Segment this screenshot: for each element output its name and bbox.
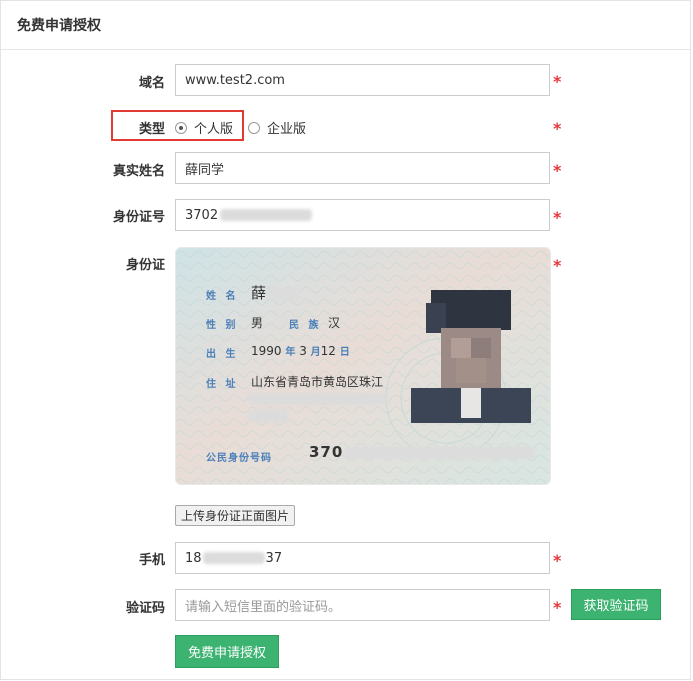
panel-title: 免费申请授权 [1,1,690,50]
redacted-blur [248,393,388,405]
redacted-blur [220,209,313,221]
required-mark: * [553,161,562,180]
required-mark: * [553,119,562,138]
card-birth-value: 1990 年 3 月12 日 [251,344,350,358]
code-label: 验证码 [125,601,165,616]
card-sex-label: 性 别 [206,320,239,331]
card-sex-value: 男 [251,316,264,330]
required-mark: * [553,72,562,91]
domain-label: 域名 [138,76,165,91]
radio-personal[interactable]: 个人版 [175,118,233,137]
domain-input[interactable]: www.test2.com [175,64,550,96]
redacted-blur [248,410,288,422]
radio-unchecked-icon[interactable] [248,121,260,134]
radio-checked-icon[interactable] [175,121,187,134]
radio-enterprise-label: 企业版 [267,122,307,137]
card-ethnic-value: 汉 [328,316,341,330]
upload-idcard-button[interactable]: 上传身份证正面图片 [175,505,296,526]
get-code-button[interactable]: 获取验证码 [571,589,661,620]
card-name-value: 薛 [251,282,301,303]
code-input[interactable]: 请输入短信里面的验证码。 [175,589,550,621]
realname-label: 真实姓名 [112,164,165,179]
card-birth-label: 出 生 [206,349,239,360]
phone-prefix: 18 [185,550,202,566]
required-mark: * [553,598,562,617]
card-idno-label: 公民身份号码 [206,453,272,464]
redacted-blur [202,552,265,564]
phone-suffix: 37 [265,550,283,566]
idcard-image: 姓 名 薛 性 别 男 民 族 汉 出 生 1990 年 3 月12 日 住 址… [175,247,551,485]
card-addr-value: 山东省青岛市黄岛区珠江 [251,375,384,389]
required-mark: * [553,551,562,570]
submit-button[interactable]: 免费申请授权 [175,635,279,668]
card-name-label: 姓 名 [206,291,239,302]
card-addr-label: 住 址 [206,379,239,390]
card-idno-value: 370 [309,443,536,461]
radio-personal-label: 个人版 [194,122,234,137]
required-mark: * [553,208,562,227]
realname-input[interactable]: 薛同学 [175,152,550,184]
idcard-label: 身份证 [125,258,165,273]
required-mark: * [553,256,562,275]
idnumber-value: 3702 [185,207,219,223]
type-label: 类型 [138,122,165,137]
idnumber-input[interactable]: 3702 [175,199,550,231]
radio-enterprise[interactable]: 企业版 [248,118,306,137]
idnumber-label: 身份证号 [112,210,165,225]
phone-label: 手机 [138,553,165,568]
card-ethnic-label: 民 族 [289,320,322,331]
phone-input[interactable]: 18 37 [175,542,550,574]
